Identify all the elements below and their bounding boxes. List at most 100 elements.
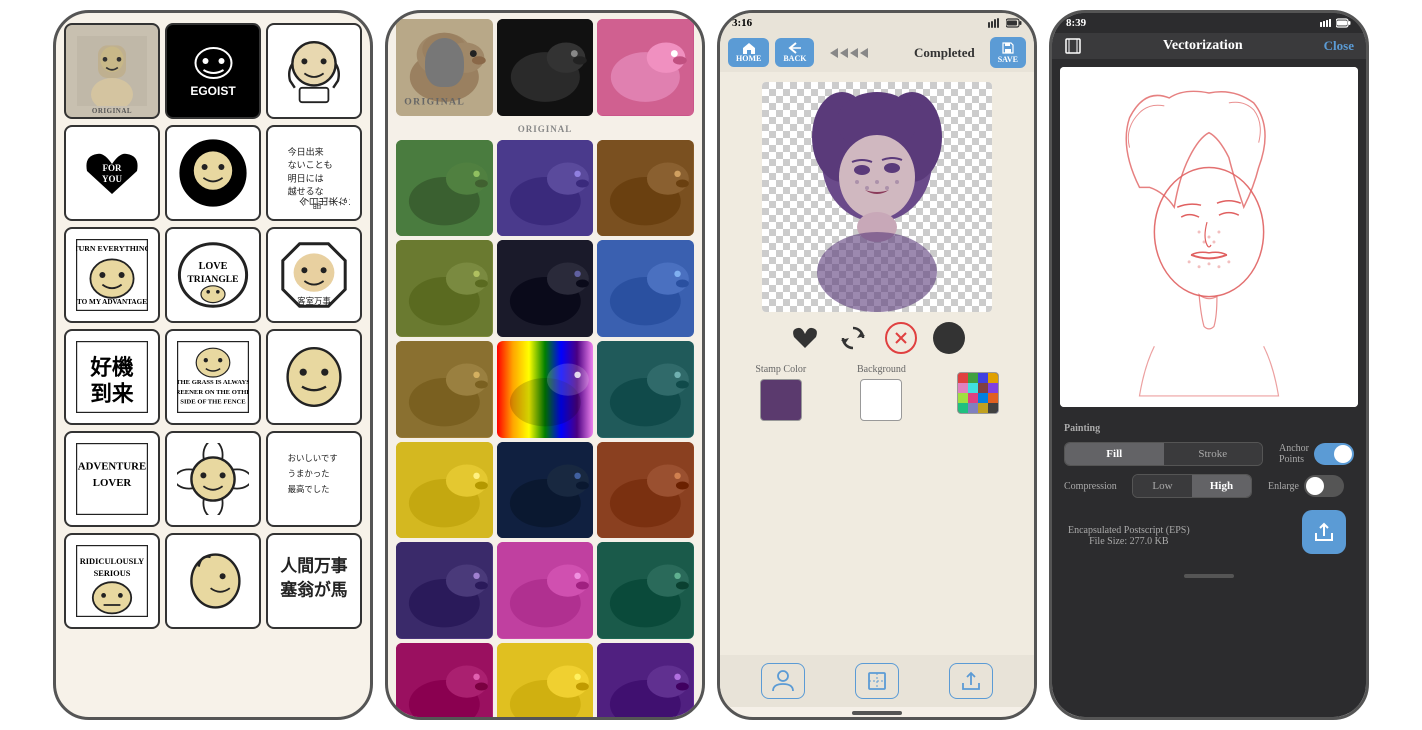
person-stamp-button[interactable] [761, 663, 805, 699]
cap-cell-13[interactable] [396, 542, 493, 639]
cap-cell-1[interactable] [396, 140, 493, 237]
vectorized-image [1060, 67, 1358, 407]
cap-cell-7[interactable] [396, 341, 493, 438]
cap-cell-12[interactable] [597, 442, 694, 539]
svg-text:塞翁が馬: 塞翁が馬 [280, 579, 347, 599]
svg-text:人間万事: 人間万事 [280, 556, 347, 575]
cap-cell-4[interactable] [396, 240, 493, 337]
low-button[interactable]: Low [1133, 475, 1192, 497]
sticker-for-you[interactable]: FOR YOU [64, 125, 160, 221]
top-row: ORIGINAL [396, 19, 694, 116]
sticker-turn-everything[interactable]: TURN EVERYTHING TO MY ADVANTAGE [64, 227, 160, 323]
svg-text:TURN EVERYTHING: TURN EVERYTHING [76, 244, 148, 253]
enlarge-toggle[interactable] [1304, 475, 1344, 497]
phone4-status-time: 8:39 [1066, 17, 1086, 29]
sticker-side-face[interactable] [165, 533, 261, 629]
home-indicator [720, 707, 1034, 717]
sticker-face-hold[interactable] [266, 23, 362, 119]
save-button[interactable]: SAVE [990, 37, 1026, 68]
sticker-jp-1[interactable]: 今日出来ないことも 明日には越せるな 今日出来 ないことも 明日には 越せるな [266, 125, 362, 221]
background-group: Background [857, 364, 906, 421]
heart-button[interactable] [789, 322, 821, 354]
svg-text:最高でした: 最高でした [288, 484, 330, 494]
cap-cell-17[interactable] [497, 643, 594, 720]
back-label: BACK [783, 54, 806, 63]
stamp-color-swatch[interactable] [760, 379, 802, 421]
sticker-flower-face[interactable] [165, 431, 261, 527]
close-button[interactable]: Close [1324, 38, 1354, 54]
multicolor-swatch[interactable] [957, 372, 999, 414]
compression-segment: Low High [1132, 474, 1252, 498]
back-button[interactable]: BACK [775, 38, 814, 67]
sticker-adventure-lover[interactable]: ADVENTURE LOVER [64, 431, 160, 527]
egoist-label: EGOIST [186, 85, 239, 98]
completed-title: Completed [905, 45, 984, 61]
cap-cell-11[interactable] [497, 442, 594, 539]
sticker-jp-2[interactable]: おいしいです うまかった 最高でした [266, 431, 362, 527]
share-button[interactable] [949, 663, 993, 699]
enlarge-knob [1306, 477, 1324, 495]
painting-row: Painting [1064, 423, 1354, 434]
color-section: Stamp Color Background [730, 364, 1024, 421]
cap-cell-9[interactable] [597, 341, 694, 438]
action-row [789, 322, 965, 354]
sticker-original-photo[interactable]: ORIGINAL [64, 23, 160, 119]
svg-text:今日出来ないことも: 今日出来ないことも [299, 197, 350, 209]
phone3-toolbar: HOME BACK Completed SAVE [720, 33, 1034, 72]
status-icons [988, 18, 1022, 28]
phone-3: 3:16 HOME BACK Completed SAVE [717, 10, 1037, 720]
svg-text:TRIANGLE: TRIANGLE [187, 274, 238, 285]
cap-cell-10[interactable] [396, 442, 493, 539]
refresh-button[interactable] [837, 322, 869, 354]
high-button[interactable]: High [1192, 475, 1251, 497]
file-size: File Size: 277.0 KB [1068, 536, 1190, 547]
sticker-row-3: TURN EVERYTHING TO MY ADVANTAGE LOVE TRI… [64, 227, 362, 323]
dark-circle-button[interactable] [933, 322, 965, 354]
anchor-points-group: AnchorPoints [1279, 443, 1354, 465]
svg-text:RIDICULOUSLY: RIDICULOUSLY [80, 557, 145, 566]
sticker-kanji-2[interactable]: 人間万事 塞翁が馬 [266, 533, 362, 629]
enlarge-label: Enlarge [1268, 481, 1299, 492]
cap-cell-5[interactable] [497, 240, 594, 337]
cap-top-pink[interactable] [597, 19, 694, 116]
crop-box-button[interactable] [855, 663, 899, 699]
cap-original[interactable]: ORIGINAL [396, 19, 493, 116]
cap-cell-15[interactable] [597, 542, 694, 639]
original-label: ORIGINAL [92, 107, 132, 115]
vectorize-title: Vectorization [1163, 38, 1243, 54]
cancel-button[interactable] [885, 322, 917, 354]
anchor-label: AnchorPoints [1279, 443, 1309, 465]
cap-cell-8[interactable] [497, 341, 594, 438]
sticker-octagon-face[interactable]: 客室万事 [266, 227, 362, 323]
status-time: 3:16 [732, 17, 752, 29]
fill-button[interactable]: Fill [1065, 443, 1164, 465]
stroke-button[interactable]: Stroke [1164, 443, 1263, 465]
sticker-kanji-1[interactable]: 好機 到来 [64, 329, 160, 425]
svg-text:SIDE OF THE FENCE: SIDE OF THE FENCE [180, 398, 246, 405]
cap-cell-3[interactable] [597, 140, 694, 237]
sticker-grass-text[interactable]: THE GRASS IS ALWAYS GREENER ON THE OTHER… [165, 329, 261, 425]
cap-top-black[interactable] [497, 19, 594, 116]
sticker-egoist[interactable]: EGOIST [165, 23, 261, 119]
sticker-face-circle[interactable] [165, 125, 261, 221]
anchor-toggle[interactable] [1314, 443, 1354, 465]
phone4-share-button[interactable] [1302, 510, 1346, 554]
cap-cell-2[interactable] [497, 140, 594, 237]
compression-label: Compression [1064, 481, 1124, 492]
svg-text:THE GRASS IS ALWAYS: THE GRASS IS ALWAYS [177, 379, 249, 386]
svg-text:おいしいです: おいしいです [288, 454, 338, 463]
phone-4: 8:39 Vectorization Close [1049, 10, 1369, 720]
sticker-plain-face[interactable] [266, 329, 362, 425]
background-swatch[interactable] [860, 379, 902, 421]
home-button[interactable]: HOME [728, 38, 769, 67]
home-label: HOME [736, 54, 761, 63]
svg-text:到来: 到来 [90, 382, 134, 406]
cap-cell-14[interactable] [497, 542, 594, 639]
sticker-ridiculously[interactable]: RIDICULOUSLY SERIOUS [64, 533, 160, 629]
stamp-color-group: Stamp Color [755, 364, 806, 421]
cap-cell-6[interactable] [597, 240, 694, 337]
svg-text:ADVENTURE: ADVENTURE [78, 460, 146, 472]
sticker-love-triangle[interactable]: LOVE TRIANGLE [165, 227, 261, 323]
cap-cell-18[interactable] [597, 643, 694, 720]
cap-cell-16[interactable] [396, 643, 493, 720]
